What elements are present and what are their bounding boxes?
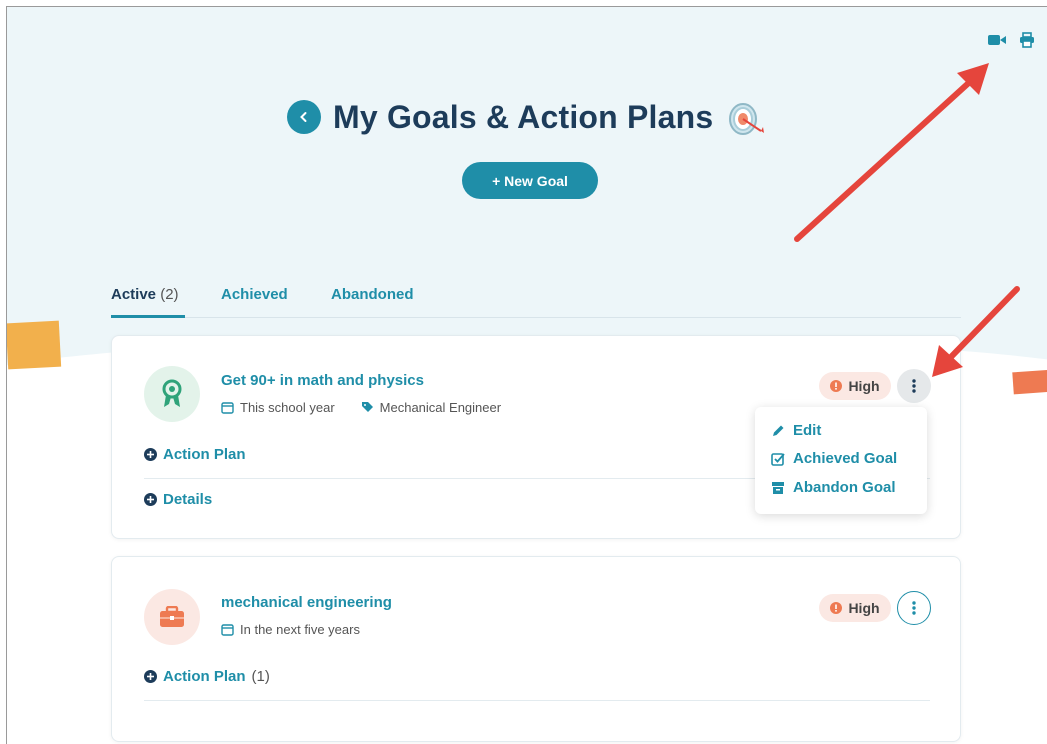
app-frame: My Goals & Action Plans + New Goal Activ… [6, 6, 1047, 744]
ribbon-award-icon [144, 366, 200, 422]
tab-achieved[interactable]: Achieved [221, 286, 288, 303]
details-label: Details [163, 491, 213, 508]
plus-circle-icon [144, 493, 157, 506]
menu-item-label: Abandon Goal [793, 479, 896, 496]
goal-tag: Mechanical Engineer [379, 400, 502, 415]
details-toggle[interactable]: Details [144, 491, 212, 508]
menu-item-label: Edit [793, 422, 822, 439]
tab-active[interactable]: Active (2) [111, 286, 179, 303]
page-header: My Goals & Action Plans [287, 97, 765, 137]
page-title: My Goals & Action Plans [333, 98, 714, 135]
goal-title[interactable]: Get 90+ in math and physics [221, 372, 424, 389]
calendar-icon [221, 624, 234, 636]
menu-item-achieved[interactable]: Achieved Goal [771, 450, 897, 467]
vertical-dots-icon [912, 601, 916, 615]
priority-badge: High [819, 594, 891, 622]
pencil-icon [773, 425, 784, 436]
priority-label: High [848, 378, 880, 394]
menu-item-abandon[interactable]: Abandon Goal [771, 479, 896, 496]
checkbox-icon [771, 452, 785, 466]
chevron-left-icon [300, 112, 307, 122]
action-plan-label: Action Plan [163, 668, 246, 685]
goal-meta: This school year Mechanical Engineer [221, 400, 501, 415]
more-options-button[interactable] [897, 369, 931, 403]
top-toolbar [987, 31, 1037, 49]
tag-icon [361, 402, 373, 412]
goal-card: mechanical engineering In the next five … [111, 556, 961, 742]
back-button[interactable] [287, 100, 321, 134]
active-tab-indicator [111, 315, 185, 318]
action-plan-count: (1) [251, 668, 270, 685]
target-icon [729, 103, 765, 135]
tab-active-label: Active [111, 286, 157, 303]
tab-abandoned[interactable]: Abandoned [331, 286, 414, 303]
tab-active-count: (2) [160, 286, 179, 303]
briefcase-icon [144, 589, 200, 645]
archive-icon [772, 481, 784, 494]
goal-timeframe: This school year [240, 400, 335, 415]
video-icon[interactable] [987, 31, 1007, 49]
decorative-shape-yellow [7, 320, 62, 370]
vertical-dots-icon [912, 379, 916, 393]
goal-tabs: Active (2) Achieved Abandoned [111, 282, 961, 318]
action-plan-label: Action Plan [163, 446, 246, 463]
more-options-button[interactable] [897, 591, 931, 625]
divider [144, 700, 930, 701]
plus-circle-icon [144, 448, 157, 461]
calendar-icon [221, 402, 234, 414]
goal-options-menu: Edit Achieved Goal Abandon Goal [755, 407, 927, 514]
goal-timeframe: In the next five years [240, 622, 360, 637]
priority-label: High [848, 600, 880, 616]
menu-item-label: Achieved Goal [793, 450, 898, 467]
priority-badge: High [819, 372, 891, 400]
menu-item-edit[interactable]: Edit [771, 422, 821, 439]
goal-title[interactable]: mechanical engineering [221, 594, 392, 611]
decorative-shape-orange [1012, 369, 1047, 395]
new-goal-button[interactable]: + New Goal [462, 162, 598, 199]
exclamation-icon [830, 602, 843, 614]
goal-meta: In the next five years [221, 622, 360, 637]
exclamation-icon [830, 380, 843, 392]
print-icon[interactable] [1017, 31, 1037, 49]
action-plan-toggle[interactable]: Action Plan [144, 446, 246, 463]
action-plan-toggle[interactable]: Action Plan (1) [144, 668, 270, 685]
plus-circle-icon [144, 670, 157, 683]
